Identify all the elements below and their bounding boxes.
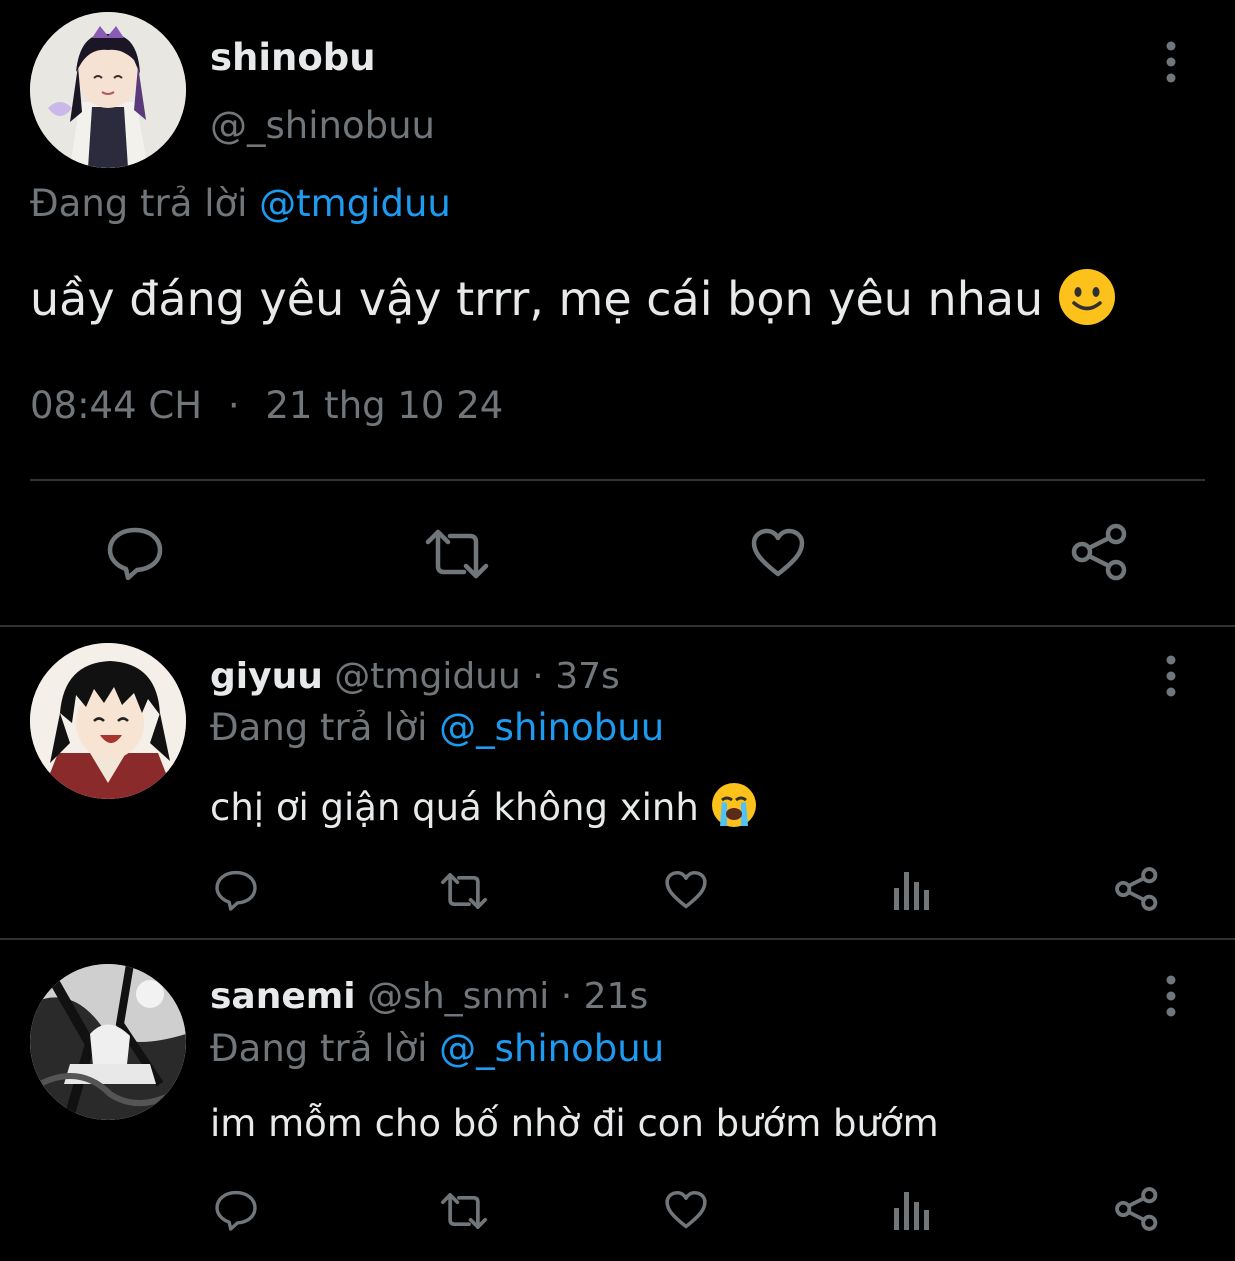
retweet-icon[interactable] [422, 528, 492, 580]
reply-display-name[interactable]: sanemi [210, 976, 356, 1017]
more-options-icon[interactable] [1160, 974, 1182, 1018]
separator-dot: · [227, 384, 240, 427]
tweet-time: 08:44 CH [30, 384, 203, 427]
share-icon[interactable] [1070, 522, 1130, 582]
reply-context: Đang trả lời @_shinobuu [210, 706, 664, 749]
like-heart-icon[interactable] [750, 528, 806, 578]
tweet-text: chị ơi giận quá không xinh [210, 786, 699, 829]
separator-dot: · [560, 976, 573, 1017]
reply-prefix: Đang trả lời [210, 1027, 428, 1070]
main-tweet-text: uầy đáng yêu vậy trrr, mẹ cái bọn yêu nh… [30, 268, 1116, 337]
tweet-text: uầy đáng yêu vậy trrr, mẹ cái bọn yêu nh… [30, 272, 1044, 326]
divider [30, 479, 1205, 481]
retweet-icon[interactable] [438, 872, 490, 910]
share-icon[interactable] [1114, 866, 1160, 912]
reply-header: giyuu @tmgiduu · 37s [210, 656, 620, 697]
divider [0, 938, 1235, 940]
reply-context: Đang trả lời @_shinobuu [210, 1027, 664, 1070]
analytics-icon[interactable] [890, 1188, 934, 1232]
reply-age: 21s [583, 976, 649, 1017]
reply-icon[interactable] [106, 526, 164, 580]
main-timestamp: 08:44 CH · 21 thg 10 24 [30, 384, 503, 427]
separator-dot: · [532, 656, 544, 697]
reply-age: 37s [555, 656, 620, 697]
reply-icon[interactable] [214, 868, 258, 912]
more-options-icon[interactable] [1160, 40, 1182, 84]
avatar-shinobu[interactable] [30, 12, 186, 168]
share-icon[interactable] [1114, 1186, 1160, 1232]
reply-text: im mỗm cho bố nhờ đi con bướm bướm [210, 1102, 939, 1145]
reply-display-name[interactable]: giyuu [210, 656, 323, 697]
avatar-giyuu[interactable] [30, 643, 186, 799]
reply-handle[interactable]: @tmgiduu [334, 656, 521, 697]
slightly-smiling-face-icon [1058, 268, 1116, 337]
reply-handle[interactable]: @sh_snmi [367, 976, 549, 1017]
reply-prefix: Đang trả lời [210, 706, 428, 749]
retweet-icon[interactable] [438, 1192, 490, 1230]
reply-icon[interactable] [214, 1188, 258, 1232]
main-handle[interactable]: @_shinobuu [210, 104, 435, 147]
tweet-date: 21 thg 10 24 [265, 384, 504, 427]
more-options-icon[interactable] [1160, 654, 1182, 698]
loudly-crying-face-icon [711, 782, 757, 837]
divider [0, 625, 1235, 627]
like-heart-icon[interactable] [664, 1190, 708, 1230]
main-display-name[interactable]: shinobu [210, 36, 376, 79]
reply-to-link[interactable]: @_shinobuu [439, 706, 664, 749]
reply-to-link[interactable]: @tmgiduu [259, 182, 451, 225]
reply-prefix: Đang trả lời [30, 182, 248, 225]
main-reply-context: Đang trả lời @tmgiduu [30, 182, 451, 225]
avatar-sanemi[interactable] [30, 964, 186, 1120]
reply-header: sanemi @sh_snmi · 21s [210, 976, 648, 1017]
reply-to-link[interactable]: @_shinobuu [439, 1027, 664, 1070]
like-heart-icon[interactable] [664, 870, 708, 910]
analytics-icon[interactable] [890, 868, 934, 912]
reply-text: chị ơi giận quá không xinh [210, 782, 757, 837]
